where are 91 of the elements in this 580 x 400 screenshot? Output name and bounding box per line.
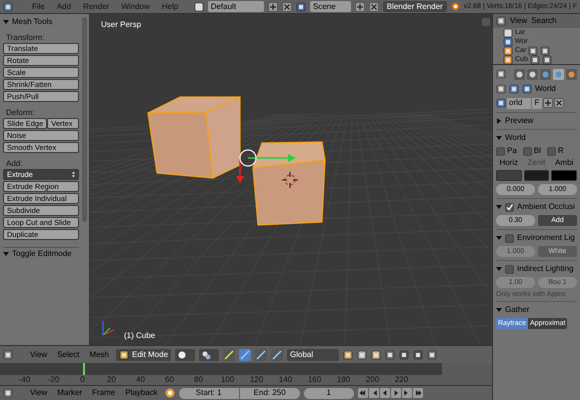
- start-frame-field[interactable]: Start: 1: [178, 388, 239, 398]
- frame-tick-label: 200: [364, 376, 380, 384]
- cube-drawing[interactable]: [252, 141, 326, 226]
- disclosure-triangle-icon[interactable]: [496, 204, 502, 210]
- checkbox[interactable]: [505, 202, 514, 212]
- pivot-dropdown[interactable]: [199, 348, 220, 360]
- add-icon[interactable]: [543, 98, 553, 108]
- playback-icon[interactable]: [412, 388, 423, 398]
- fake-user-button[interactable]: F: [532, 98, 542, 108]
- disclosure-triangle-icon[interactable]: [496, 135, 502, 141]
- panel-title: World: [505, 134, 526, 142]
- color-swatch[interactable]: [551, 170, 578, 181]
- close-icon[interactable]: [554, 98, 564, 108]
- close-icon[interactable]: [368, 2, 379, 12]
- panel-title: Environment Lig: [517, 234, 575, 242]
- add-icon[interactable]: [268, 2, 278, 12]
- frame-tick-label: 220: [394, 376, 410, 384]
- close-icon[interactable]: [282, 2, 292, 12]
- frame-tick-label: 0: [79, 376, 86, 384]
- playback-icon[interactable]: [368, 388, 379, 398]
- 3d-cursor-icon: [282, 172, 298, 188]
- end-frame-field[interactable]: End: 250: [240, 388, 300, 398]
- context-tab-icon[interactable]: [566, 68, 577, 80]
- context-tab-icon[interactable]: [527, 68, 538, 80]
- axis-icon: [102, 321, 114, 336]
- disclosure-triangle-icon[interactable]: [496, 118, 502, 124]
- checkbox[interactable]: [505, 264, 514, 274]
- manipulator-icon[interactable]: [239, 348, 252, 360]
- checkbox-label: Bl: [534, 147, 541, 155]
- panel-title: Indirect Lighting: [517, 265, 574, 273]
- playback-icon[interactable]: [390, 388, 401, 398]
- disclosure-triangle-icon[interactable]: [496, 307, 502, 313]
- manipulator-icon[interactable]: [223, 348, 236, 360]
- playback-icon[interactable]: [402, 388, 412, 398]
- checkbox[interactable]: [496, 146, 505, 156]
- scene-field[interactable]: Scene: [310, 1, 351, 12]
- transform-gizmo-drawing[interactable]: [236, 149, 296, 183]
- view-label: User Persp: [101, 21, 142, 29]
- color-swatch[interactable]: [496, 170, 522, 181]
- orientation-dropdown[interactable]: Global: [287, 348, 340, 360]
- frame-tick-label: 140: [278, 376, 294, 384]
- color-label: Ambi: [554, 159, 574, 167]
- manipulator-icon[interactable]: [271, 348, 284, 360]
- section-label: Deform:: [5, 107, 36, 117]
- screen-layout-field[interactable]: Default: [208, 1, 264, 12]
- context-tab-icon[interactable]: [514, 68, 525, 80]
- object-label: (1) Cube: [124, 332, 156, 340]
- frame-tick-label: 40: [135, 376, 146, 384]
- mode-dropdown[interactable]: Edit Mode: [116, 348, 172, 360]
- frame-tick-label: 20: [106, 376, 117, 384]
- frame-tick-label: 160: [306, 376, 322, 384]
- manipulator-icon[interactable]: [255, 348, 268, 360]
- frame-tick-label: -40: [18, 376, 32, 384]
- disclosure-triangle-icon[interactable]: [3, 19, 9, 25]
- updown-icon: [72, 171, 75, 178]
- panel-title: Preview: [505, 117, 534, 125]
- frame-tick-label: 120: [248, 376, 264, 384]
- checkbox[interactable]: [522, 146, 532, 156]
- viewport[interactable]: User Persp (1) Cube: [90, 14, 492, 345]
- disclosure-triangle-icon[interactable]: [496, 266, 502, 272]
- frame-tick-label: 180: [336, 376, 352, 384]
- checkbox-label: R: [558, 147, 564, 155]
- disclosure-triangle-icon[interactable]: [3, 250, 9, 256]
- color-label: Horiz: [498, 159, 520, 167]
- playback-icon[interactable]: [380, 388, 390, 398]
- breadcrumb-text: World: [535, 84, 556, 92]
- current-frame-field[interactable]: 1: [304, 388, 354, 398]
- datablock-name-field[interactable]: orld: [507, 98, 531, 108]
- frame-tick-label: -20: [46, 376, 60, 384]
- render-engine-dropdown[interactable]: Blender Render: [382, 1, 447, 12]
- current-frame-line: [83, 363, 85, 375]
- add-icon[interactable]: [354, 2, 365, 12]
- playback-icon[interactable]: [358, 388, 368, 398]
- scrollbar[interactable]: [82, 17, 87, 222]
- section-label: Transform:: [5, 32, 46, 42]
- shading-dropdown[interactable]: [175, 348, 196, 360]
- panel-title: Toggle Editmode: [12, 250, 72, 258]
- frame-tick-label: 80: [193, 376, 204, 384]
- record-icon[interactable]: [164, 388, 175, 398]
- cube-drawing[interactable]: [147, 96, 241, 179]
- section-label: Add:: [5, 158, 24, 168]
- checkbox-label: Pa: [507, 147, 517, 155]
- panel-title: Gather: [505, 306, 530, 314]
- checkbox[interactable]: [505, 234, 514, 242]
- disclosure-triangle-icon[interactable]: [496, 235, 502, 241]
- frame-tick-label: 100: [220, 376, 236, 384]
- logo-icon: [450, 2, 460, 11]
- panel-title: Mesh Tools: [12, 18, 52, 26]
- panel-title: Ambient Occlusi: [517, 203, 575, 211]
- frame-tick-label: 60: [164, 376, 175, 384]
- checkbox[interactable]: [546, 146, 556, 156]
